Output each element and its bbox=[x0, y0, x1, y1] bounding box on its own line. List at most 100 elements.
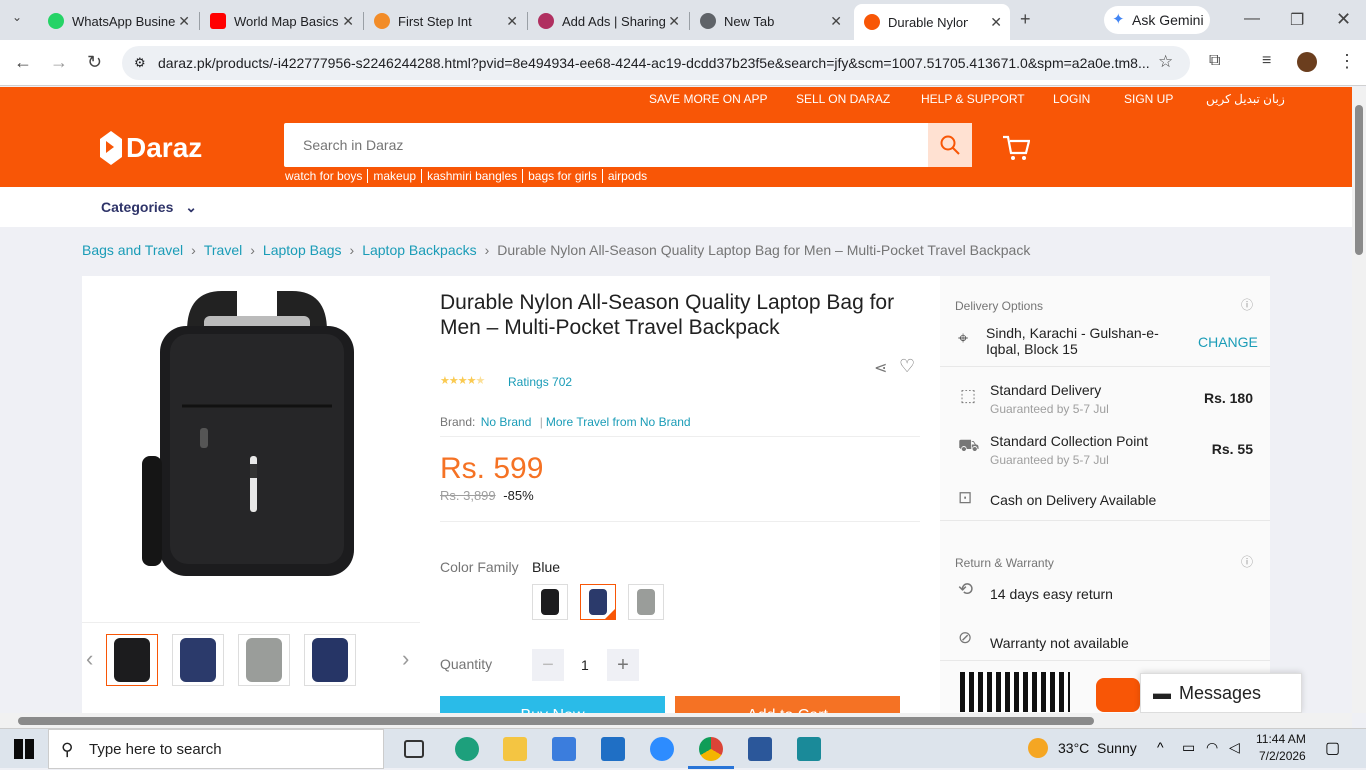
thumb-prev-arrow-icon[interactable]: ‹ bbox=[86, 646, 93, 672]
brand-link[interactable]: No Brand bbox=[481, 415, 532, 429]
windows-start-icon[interactable] bbox=[14, 739, 34, 759]
close-tab-icon[interactable]: ✕ bbox=[506, 13, 518, 30]
categories-dropdown[interactable]: Categories ⌄ bbox=[101, 199, 197, 216]
menu-icon[interactable]: ⋮ bbox=[1338, 51, 1356, 72]
tab-worldmap[interactable]: World Map Basics ✕ bbox=[200, 6, 362, 36]
suggestion-link[interactable]: airpods bbox=[603, 169, 652, 183]
tab-addads[interactable]: Add Ads | Sharing ✕ bbox=[528, 6, 688, 36]
close-tab-icon[interactable]: ✕ bbox=[668, 13, 680, 30]
cart-button[interactable] bbox=[1002, 135, 1031, 166]
info-icon[interactable]: ⓘ bbox=[1241, 296, 1253, 313]
quantity-decrease-button[interactable]: − bbox=[532, 649, 564, 681]
share-icon[interactable]: ⋖ bbox=[874, 358, 887, 378]
tab-whatsapp[interactable]: WhatsApp Busine ✕ bbox=[38, 6, 198, 36]
tray-chevron-icon[interactable]: ^ bbox=[1157, 739, 1164, 755]
extensions-icon[interactable]: ⧉ bbox=[1209, 52, 1220, 70]
add-to-cart-button[interactable]: Add to Cart bbox=[675, 696, 900, 713]
suggestion-link[interactable]: makeup bbox=[368, 169, 423, 183]
taskbar-search-box[interactable]: ⚲ Type here to search bbox=[48, 729, 384, 769]
language-link[interactable]: زبان تبدیل کریں bbox=[1206, 92, 1285, 106]
browser-tab-bar: ⌄ WhatsApp Busine ✕ World Map Basics ✕ F… bbox=[0, 0, 1366, 40]
help-link[interactable]: HELP & SUPPORT bbox=[921, 92, 1025, 106]
close-tab-icon[interactable]: ✕ bbox=[990, 14, 1002, 31]
breadcrumb-link[interactable]: Travel bbox=[204, 242, 242, 258]
close-tab-icon[interactable]: ✕ bbox=[342, 13, 354, 30]
scrollbar-thumb[interactable] bbox=[18, 717, 1094, 725]
vertical-scrollbar[interactable] bbox=[1352, 87, 1366, 713]
clock-date[interactable]: 7/2/2026 bbox=[1259, 749, 1306, 763]
signup-link[interactable]: SIGN UP bbox=[1124, 92, 1173, 106]
ask-gemini-label: Ask Gemini bbox=[1132, 12, 1204, 28]
tab-firststep[interactable]: First Step Int ✕ bbox=[364, 6, 526, 36]
buy-now-button[interactable]: Buy Now bbox=[440, 696, 665, 713]
ask-gemini-button[interactable]: ✦ Ask Gemini bbox=[1104, 6, 1210, 34]
chrome-icon[interactable] bbox=[699, 737, 723, 761]
save-more-link[interactable]: SAVE MORE ON APP bbox=[649, 92, 767, 106]
back-icon[interactable]: ← bbox=[14, 52, 32, 73]
volume-icon[interactable]: ◁ bbox=[1229, 739, 1240, 756]
scrollbar-thumb[interactable] bbox=[1355, 105, 1363, 255]
info-icon[interactable]: ⓘ bbox=[1241, 553, 1253, 570]
outlook-icon[interactable] bbox=[601, 737, 625, 761]
sell-link[interactable]: SELL ON DARAZ bbox=[796, 92, 890, 106]
restore-icon[interactable]: ❐ bbox=[1290, 10, 1304, 30]
ratings-link[interactable]: Ratings 702 bbox=[508, 375, 572, 389]
suggestion-link[interactable]: kashmiri bangles bbox=[422, 169, 524, 183]
media-control-icon[interactable]: ≡ bbox=[1262, 52, 1271, 70]
task-view-icon[interactable] bbox=[404, 740, 424, 758]
change-location-link[interactable]: CHANGE bbox=[1198, 334, 1258, 350]
close-window-icon[interactable]: ✕ bbox=[1336, 9, 1351, 30]
profile-avatar[interactable] bbox=[1297, 52, 1317, 72]
horizontal-scrollbar[interactable] bbox=[0, 713, 1352, 728]
suggestion-link[interactable]: bags for girls bbox=[523, 169, 603, 183]
word-icon[interactable] bbox=[748, 737, 772, 761]
close-tab-icon[interactable]: ✕ bbox=[830, 13, 842, 30]
thumbnail[interactable] bbox=[304, 634, 356, 686]
site-info-icon[interactable]: ⚙ bbox=[134, 46, 146, 80]
color-swatch-grey[interactable] bbox=[628, 584, 664, 620]
more-from-brand-link[interactable]: More Travel from No Brand bbox=[546, 415, 691, 429]
product-main-image[interactable] bbox=[142, 286, 372, 586]
zoom-icon[interactable] bbox=[650, 737, 674, 761]
search-input[interactable]: Search in Daraz bbox=[284, 123, 928, 167]
file-explorer-icon[interactable] bbox=[503, 737, 527, 761]
tab-newtab[interactable]: New Tab ✕ bbox=[690, 6, 850, 36]
tab-search-icon[interactable]: ⌄ bbox=[12, 10, 22, 24]
wishlist-heart-icon[interactable]: ♡ bbox=[899, 356, 915, 377]
calendar-app-icon[interactable] bbox=[797, 737, 821, 761]
url-field[interactable]: ⚙ daraz.pk/products/-i422777956-s2246244… bbox=[122, 46, 1190, 80]
thumbnail[interactable] bbox=[238, 634, 290, 686]
minimize-icon[interactable]: — bbox=[1244, 10, 1260, 28]
breadcrumb-link[interactable]: Bags and Travel bbox=[82, 242, 183, 258]
thumbnail[interactable] bbox=[172, 634, 224, 686]
new-tab-icon[interactable]: + bbox=[1020, 9, 1031, 30]
quantity-value[interactable]: 1 bbox=[581, 657, 589, 673]
store-icon[interactable] bbox=[552, 737, 576, 761]
login-link[interactable]: LOGIN bbox=[1053, 92, 1090, 106]
search-button[interactable] bbox=[928, 123, 972, 167]
quantity-increase-button[interactable]: + bbox=[607, 649, 639, 681]
color-swatch-black[interactable] bbox=[532, 584, 568, 620]
breadcrumb-link[interactable]: Laptop Backpacks bbox=[362, 242, 476, 258]
option-price: Rs. 180 bbox=[1203, 390, 1253, 406]
color-swatch-blue[interactable] bbox=[580, 584, 616, 620]
breadcrumb-link[interactable]: Laptop Bags bbox=[263, 242, 342, 258]
battery-icon[interactable]: ▭ bbox=[1182, 739, 1195, 756]
qr-code bbox=[960, 672, 1070, 712]
tab-daraz[interactable]: Durable Nylon All ✕ bbox=[854, 4, 1010, 40]
messages-widget[interactable]: ▬ Messages bbox=[1140, 673, 1302, 713]
notifications-icon[interactable]: ▢ bbox=[1325, 738, 1340, 758]
thumb-next-arrow-icon[interactable]: › bbox=[402, 646, 409, 672]
forward-icon[interactable]: → bbox=[50, 52, 68, 73]
suggestion-link[interactable]: watch for boys bbox=[285, 169, 369, 183]
edge-icon[interactable] bbox=[455, 737, 479, 761]
thumbnail[interactable] bbox=[106, 634, 158, 686]
reload-icon[interactable]: ↻ bbox=[87, 52, 102, 73]
wifi-icon[interactable]: ◠ bbox=[1206, 739, 1218, 756]
bookmark-star-icon[interactable]: ☆ bbox=[1158, 52, 1173, 72]
clock-time[interactable]: 11:44 AM bbox=[1256, 732, 1306, 746]
close-tab-icon[interactable]: ✕ bbox=[178, 13, 190, 30]
app-download-icon[interactable] bbox=[1096, 678, 1140, 712]
weather-text[interactable]: 33°C Sunny bbox=[1058, 740, 1137, 756]
daraz-logo[interactable]: Daraz bbox=[100, 131, 202, 165]
